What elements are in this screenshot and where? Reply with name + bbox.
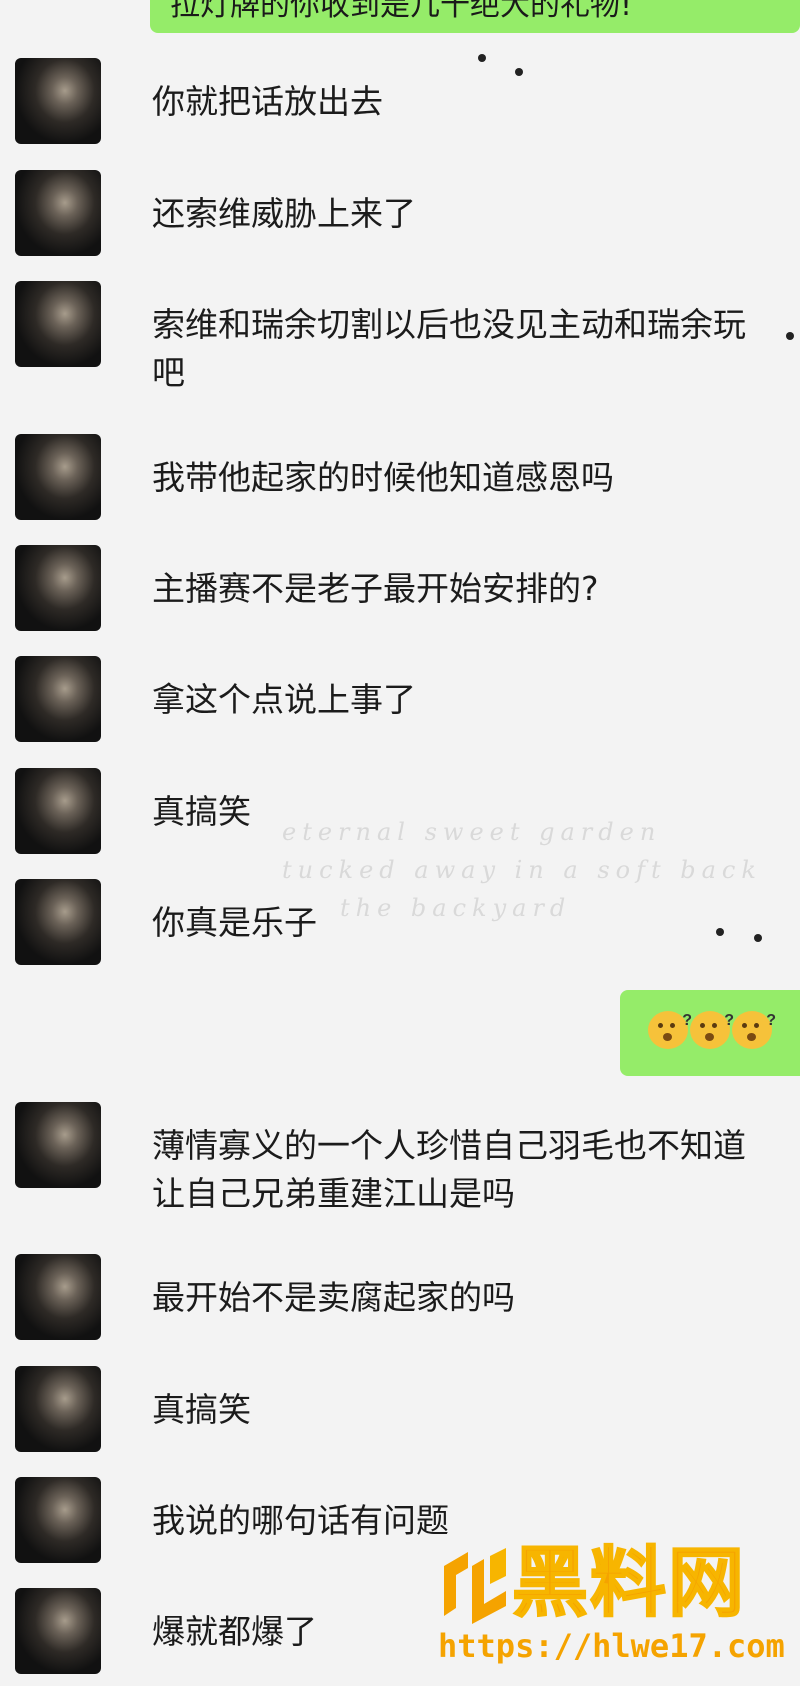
contact-avatar[interactable] bbox=[15, 1588, 101, 1674]
puzzled-face-icon: ? bbox=[690, 1010, 734, 1056]
chat-area[interactable]: eternal sweet garden tucked away in a so… bbox=[0, 0, 800, 1686]
speckle-dot bbox=[786, 332, 794, 340]
message-text[interactable]: 我带他起家的时候他知道感恩吗 bbox=[152, 454, 762, 502]
message-text[interactable]: 拿这个点说上事了 bbox=[152, 676, 762, 724]
message-text[interactable]: 还索维威胁上来了 bbox=[152, 190, 762, 238]
message-text[interactable]: 索维和瑞余切割以后也没见主动和瑞余玩吧 bbox=[152, 301, 762, 397]
contact-avatar[interactable] bbox=[15, 1477, 101, 1563]
message-text[interactable]: 你真是乐子 bbox=[152, 899, 762, 947]
message-text[interactable]: 真搞笑 bbox=[152, 1386, 762, 1434]
contact-avatar[interactable] bbox=[15, 545, 101, 631]
contact-avatar[interactable] bbox=[15, 768, 101, 854]
puzzled-face-icon: ? bbox=[648, 1010, 692, 1056]
message-text[interactable]: 薄情寡义的一个人珍惜自己羽毛也不知道让自己兄弟重建江山是吗 bbox=[152, 1122, 762, 1218]
contact-avatar[interactable] bbox=[15, 434, 101, 520]
contact-avatar[interactable] bbox=[15, 656, 101, 742]
message-text[interactable]: 你就把话放出去 bbox=[152, 78, 762, 126]
speckle-dot bbox=[515, 68, 523, 76]
contact-avatar[interactable] bbox=[15, 1254, 101, 1340]
contact-avatar[interactable] bbox=[15, 170, 101, 256]
message-text[interactable]: 最开始不是卖腐起家的吗 bbox=[152, 1274, 762, 1322]
sent-message-bubble-partial[interactable]: 拉灯牌的你收到是几十绝大的礼物! bbox=[150, 0, 800, 33]
contact-avatar[interactable] bbox=[15, 1366, 101, 1452]
contact-avatar[interactable] bbox=[15, 58, 101, 144]
sent-emoji-bubble[interactable]: ? ? ? bbox=[620, 990, 800, 1076]
watermark-title: 黑料网 bbox=[511, 1537, 746, 1628]
message-text: 拉灯牌的你收到是几十绝大的礼物! bbox=[170, 0, 633, 23]
puzzled-face-icon: ? bbox=[732, 1010, 776, 1056]
background-faint-text-2: tucked away in a soft back bbox=[282, 856, 762, 884]
contact-avatar[interactable] bbox=[15, 281, 101, 367]
contact-avatar[interactable] bbox=[15, 1102, 101, 1188]
message-text[interactable]: 主播赛不是老子最开始安排的? bbox=[152, 565, 762, 613]
message-text[interactable]: 真搞笑 bbox=[152, 788, 762, 836]
watermark-logo-icon bbox=[444, 1548, 506, 1624]
watermark-url: https://hlwe17.com bbox=[438, 1627, 785, 1665]
contact-avatar[interactable] bbox=[15, 879, 101, 965]
speckle-dot bbox=[478, 54, 486, 62]
